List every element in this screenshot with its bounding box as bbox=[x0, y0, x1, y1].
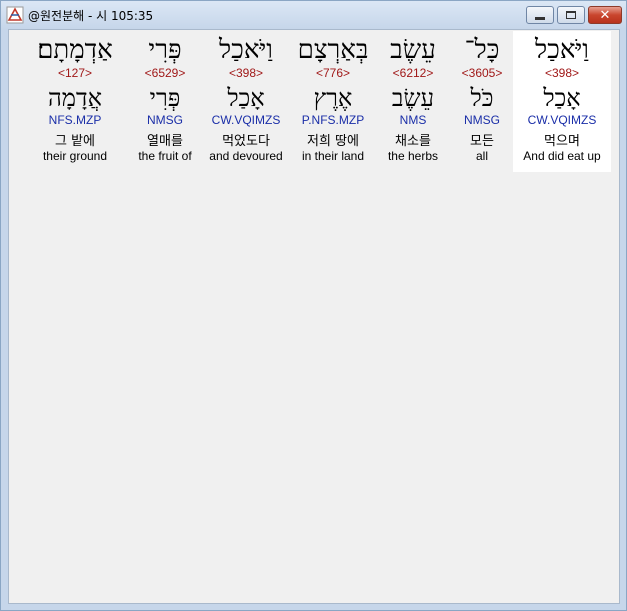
word-cell[interactable]: אַדְמָתָם׃ <127> אֲדָמָה NFS.MZP 그 밭에 th… bbox=[31, 31, 119, 172]
parsing-code: NMSG bbox=[147, 113, 183, 127]
close-icon: ✕ bbox=[599, 7, 611, 23]
english-gloss: the fruit of bbox=[138, 149, 192, 163]
maximize-button[interactable] bbox=[557, 6, 585, 24]
english-gloss: in their land bbox=[301, 149, 365, 163]
app-window: @원전분해 - 시 105:35 ✕ וַיֹּאכַל <398> אָכַל… bbox=[0, 0, 627, 611]
minimize-icon bbox=[535, 16, 545, 20]
app-icon[interactable] bbox=[6, 6, 24, 24]
hebrew-lexeme: אֶרֶץ bbox=[313, 84, 353, 112]
hebrew-lexeme: אָכַל bbox=[543, 84, 581, 112]
strongs-number[interactable]: <398> bbox=[202, 66, 290, 80]
maximize-icon bbox=[566, 11, 576, 19]
word-cell[interactable]: וַיֹּאכַל <398> אָכַל CW.VQIMZS 먹었도다 and… bbox=[202, 31, 290, 172]
window-title: @원전분해 - 시 105:35 bbox=[28, 9, 154, 23]
hebrew-word: בְּאַרְצָם bbox=[297, 35, 369, 65]
word-cell[interactable]: כָּל־ <3605> כֹּל NMSG 모든 all bbox=[447, 31, 517, 172]
word-cell[interactable]: עֵשֶׂב <6212> עֵשֶׂב NMS 채소를 the herbs bbox=[378, 31, 448, 172]
hebrew-lexeme: אֲדָמָה bbox=[48, 84, 102, 112]
close-button[interactable]: ✕ bbox=[588, 6, 622, 24]
hebrew-word: עֵשֶׂב bbox=[390, 35, 436, 65]
korean-gloss: 채소를 bbox=[395, 134, 431, 149]
hebrew-lexeme: פְּרִי bbox=[149, 84, 181, 112]
english-gloss: And did eat up bbox=[523, 149, 601, 163]
strongs-number[interactable]: <776> bbox=[288, 66, 378, 80]
title-bar[interactable]: @원전분해 - 시 105:35 ✕ bbox=[1, 1, 626, 29]
word-cell[interactable]: בְּאַרְצָם <776> אֶרֶץ P.NFS.MZP 저희 땅에 i… bbox=[288, 31, 378, 172]
strongs-number[interactable]: <3605> bbox=[447, 66, 517, 80]
minimize-button[interactable] bbox=[526, 6, 554, 24]
hebrew-word: וַיֹּאכַל bbox=[535, 35, 589, 65]
hebrew-word: וַיֹּאכַל bbox=[219, 35, 273, 65]
english-gloss: their ground bbox=[42, 149, 108, 163]
strongs-number[interactable]: <6212> bbox=[378, 66, 448, 80]
parsing-code: NMSG bbox=[464, 113, 500, 127]
korean-gloss: 모든 bbox=[470, 134, 494, 149]
korean-gloss: 열매를 bbox=[147, 134, 183, 149]
english-gloss: all bbox=[475, 149, 488, 163]
hebrew-lexeme: אָכַל bbox=[227, 84, 265, 112]
word-cell[interactable]: פְּרִי <6529> פְּרִי NMSG 열매를 the fruit … bbox=[129, 31, 201, 172]
hebrew-lexeme: כֹּל bbox=[470, 84, 494, 112]
hebrew-word: אַדְמָתָם׃ bbox=[37, 35, 113, 65]
korean-gloss: 먹었도다 bbox=[222, 134, 270, 149]
strongs-number[interactable]: <398> bbox=[513, 66, 611, 80]
parsing-code: NMS bbox=[399, 113, 427, 127]
parsing-code: CW.VQIMZS bbox=[211, 113, 281, 127]
strongs-number[interactable]: <127> bbox=[31, 66, 119, 80]
parsing-code: CW.VQIMZS bbox=[527, 113, 597, 127]
word-cell[interactable]: וַיֹּאכַל <398> אָכַל CW.VQIMZS 먹으며 And … bbox=[513, 31, 611, 172]
korean-gloss: 저희 땅에 bbox=[307, 134, 359, 149]
korean-gloss: 그 밭에 bbox=[54, 134, 95, 149]
korean-gloss: 먹으며 bbox=[544, 134, 580, 149]
english-gloss: the herbs bbox=[387, 149, 439, 163]
english-gloss: and devoured bbox=[209, 149, 283, 163]
hebrew-word: כָּל־ bbox=[464, 35, 500, 65]
parsing-code: NFS.MZP bbox=[48, 113, 102, 127]
strongs-number[interactable]: <6529> bbox=[129, 66, 201, 80]
hebrew-word: פְּרִי bbox=[148, 35, 182, 65]
parsing-code: P.NFS.MZP bbox=[301, 113, 365, 127]
hebrew-lexeme: עֵשֶׂב bbox=[391, 84, 435, 112]
interlinear-view[interactable]: וַיֹּאכַל <398> אָכַל CW.VQIMZS 먹으며 And … bbox=[8, 29, 620, 604]
